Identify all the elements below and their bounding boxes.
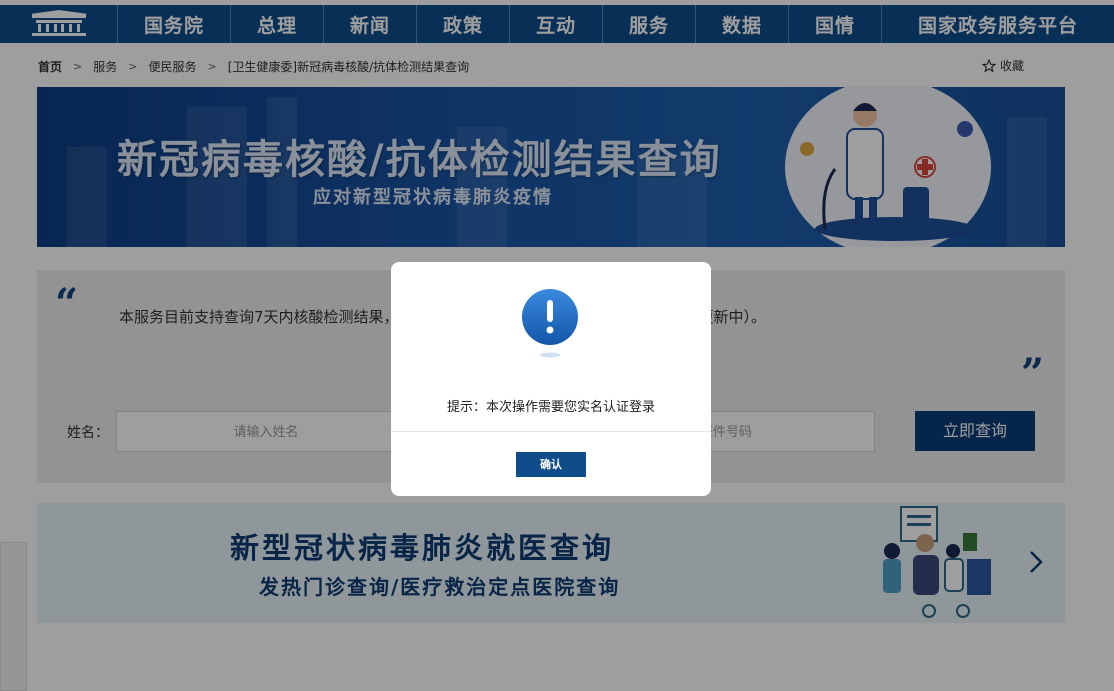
dialog-divider — [391, 431, 711, 432]
alert-message: 提示：本次操作需要您实名认证登录 — [446, 400, 655, 415]
exclamation-icon — [522, 289, 578, 358]
alert-dialog: 提示：本次操作需要您实名认证登录 确认 — [391, 262, 711, 496]
confirm-button[interactable]: 确认 — [516, 452, 586, 477]
